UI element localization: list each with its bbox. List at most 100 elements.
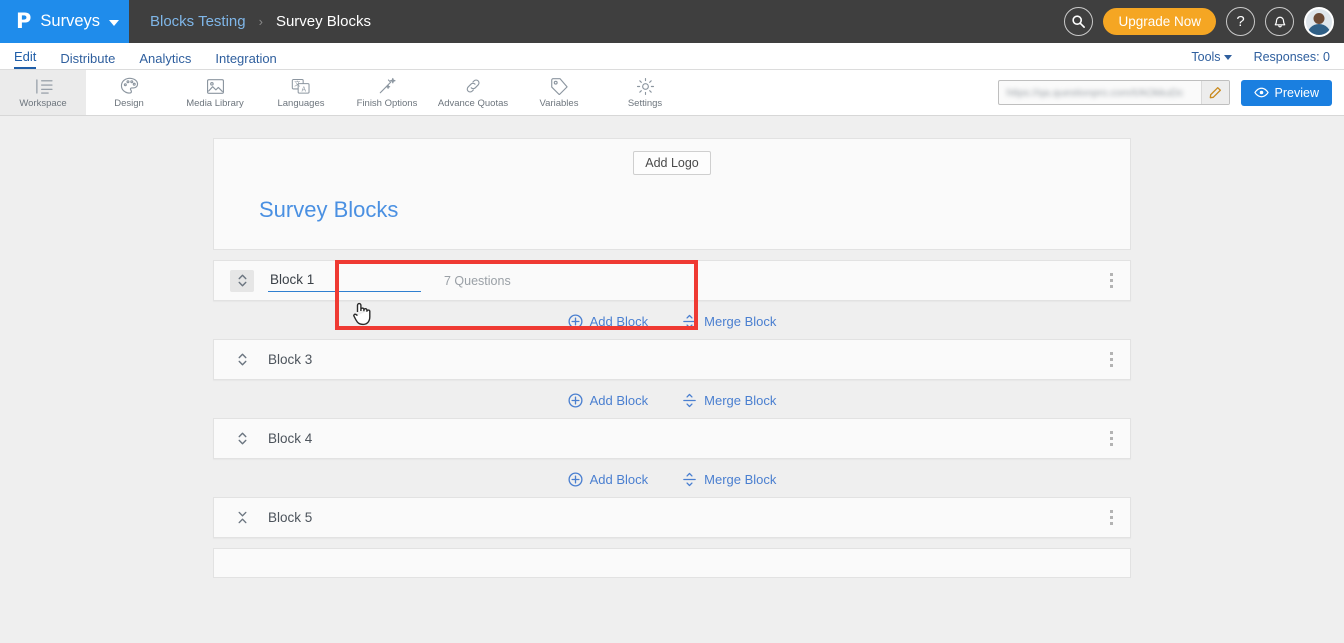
sort-updown-icon[interactable]: [230, 349, 254, 371]
brand-label: Surveys: [40, 12, 101, 30]
add-block-button[interactable]: Add Block: [568, 393, 649, 408]
circle-plus-icon: [568, 472, 583, 487]
add-block-label: Add Block: [589, 314, 649, 329]
top-bar-actions: Upgrade Now ?: [1064, 0, 1344, 43]
block-row[interactable]: 7 Questions: [213, 260, 1131, 301]
block-name-label: Block 4: [268, 431, 313, 446]
block-actions-row: Add Block Merge Block: [213, 314, 1131, 329]
block-row[interactable]: Block 4: [213, 418, 1131, 459]
bell-icon[interactable]: [1265, 7, 1294, 36]
merge-icon: [683, 393, 696, 408]
block-row[interactable]: Block 3: [213, 339, 1131, 380]
kebab-menu-icon[interactable]: [1107, 506, 1116, 529]
tool-variables-label: Variables: [539, 98, 579, 109]
tab-integration[interactable]: Integration: [215, 52, 276, 69]
tab-distribute[interactable]: Distribute: [60, 52, 115, 69]
tab-bar-right-actions: Tools Responses: 0: [1191, 50, 1330, 69]
breadcrumb-separator-icon: ›: [258, 14, 263, 29]
tool-languages[interactable]: 文 A Languages: [258, 70, 344, 115]
merge-block-label: Merge Block: [704, 393, 777, 408]
magic-wand-icon: [376, 76, 398, 96]
pencil-icon[interactable]: [1200, 81, 1229, 104]
eye-icon: [1253, 87, 1269, 98]
merge-block-button[interactable]: Merge Block: [682, 472, 776, 487]
merge-icon: [683, 314, 696, 329]
breadcrumb: Blocks Testing › Survey Blocks: [129, 0, 371, 43]
tools-dropdown[interactable]: Tools: [1191, 50, 1232, 64]
collapse-icon[interactable]: [230, 507, 254, 529]
block-name-input[interactable]: [268, 269, 421, 292]
circle-plus-icon: [568, 393, 583, 408]
help-icon[interactable]: ?: [1226, 7, 1255, 36]
add-block-button[interactable]: Add Block: [568, 472, 649, 487]
tool-advance-quotas[interactable]: Advance Quotas: [430, 70, 516, 115]
block-1-wrapper: 7 Questions: [213, 260, 1131, 330]
circle-plus-icon: [568, 314, 583, 329]
next-block-partial: [213, 548, 1131, 578]
avatar-head: [1313, 12, 1325, 24]
tool-workspace[interactable]: Workspace: [0, 70, 86, 115]
tool-finish-options[interactable]: Finish Options: [344, 70, 430, 115]
tool-design[interactable]: Design: [86, 70, 172, 115]
main-tab-bar: Edit Distribute Analytics Integration To…: [0, 43, 1344, 70]
add-block-button[interactable]: Add Block: [568, 314, 649, 329]
responses-count: Responses: 0: [1253, 50, 1330, 64]
tool-design-label: Design: [114, 98, 144, 109]
avatar[interactable]: [1304, 6, 1334, 37]
tool-languages-label: Languages: [277, 98, 325, 109]
block-actions-row: Add Block Merge Block: [213, 393, 1131, 408]
workspace-icon: [32, 76, 54, 96]
kebab-menu-icon[interactable]: [1107, 269, 1116, 292]
avatar-body: [1307, 23, 1331, 35]
block-question-count: 7 Questions: [444, 273, 511, 288]
palette-icon: [118, 76, 140, 96]
questionpro-logo-icon: P: [16, 9, 32, 33]
tool-settings-label: Settings: [627, 98, 663, 109]
tools-label: Tools: [1191, 50, 1221, 64]
sort-updown-icon[interactable]: [230, 269, 254, 292]
survey-canvas: Add Logo Survey Blocks 7 Questions: [213, 116, 1131, 578]
upgrade-now-button[interactable]: Upgrade Now: [1103, 8, 1216, 35]
survey-url-text: https://qa.questionpro.com/t/AOkkuDc: [1006, 86, 1184, 99]
merge-block-label: Merge Block: [704, 314, 777, 329]
breadcrumb-parent-link[interactable]: Blocks Testing: [150, 13, 246, 30]
merge-block-button[interactable]: Merge Block: [682, 393, 776, 408]
kebab-menu-icon[interactable]: [1107, 427, 1116, 450]
tool-finish-options-label: Finish Options: [356, 98, 418, 109]
tool-media-library[interactable]: Media Library: [172, 70, 258, 115]
tab-analytics[interactable]: Analytics: [139, 52, 191, 69]
kebab-menu-icon[interactable]: [1107, 348, 1116, 371]
block-row[interactable]: Block 5: [213, 497, 1131, 538]
tool-variables[interactable]: Variables: [516, 70, 602, 115]
search-icon[interactable]: [1064, 7, 1094, 36]
gear-icon: [634, 76, 656, 96]
add-block-label: Add Block: [589, 393, 649, 408]
tag-icon: [548, 76, 570, 96]
tool-settings[interactable]: Settings: [602, 70, 688, 115]
block-name-label: Block 3: [268, 352, 313, 367]
tab-list: Edit Distribute Analytics Integration: [14, 43, 277, 69]
add-block-label: Add Block: [589, 472, 649, 487]
tool-advance-quotas-label: Advance Quotas: [437, 98, 509, 109]
tool-media-library-label: Media Library: [186, 98, 244, 109]
preview-button[interactable]: Preview: [1240, 79, 1332, 106]
preview-label: Preview: [1274, 85, 1319, 100]
add-logo-button[interactable]: Add Logo: [633, 151, 711, 175]
sort-updown-icon[interactable]: [230, 428, 254, 450]
workspace-tool-strip: Workspace Design Media Library 文 A Langu…: [0, 70, 1344, 116]
merge-icon: [683, 472, 696, 487]
page-title: Survey Blocks: [259, 197, 399, 222]
chevron-down-icon: [1223, 55, 1232, 60]
survey-workspace-content: Add Logo Survey Blocks 7 Questions: [0, 116, 1344, 643]
brand-surveys-dropdown[interactable]: P Surveys: [0, 0, 129, 43]
breadcrumb-current: Survey Blocks: [275, 13, 371, 30]
svg-text:A: A: [301, 85, 306, 93]
merge-block-label: Merge Block: [704, 472, 777, 487]
chain-link-icon: [462, 76, 484, 96]
tool-workspace-label: Workspace: [19, 98, 67, 109]
image-icon: [204, 76, 226, 96]
survey-url-box[interactable]: https://qa.questionpro.com/t/AOkkuDc: [997, 80, 1230, 105]
toolstrip-right-actions: https://qa.questionpro.com/t/AOkkuDc Pre…: [997, 70, 1344, 115]
merge-block-button[interactable]: Merge Block: [682, 314, 776, 329]
tab-edit[interactable]: Edit: [14, 50, 37, 69]
